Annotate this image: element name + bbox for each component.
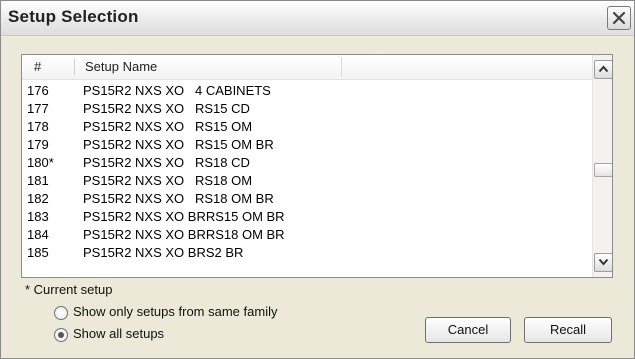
- vertical-scrollbar[interactable]: [592, 55, 612, 277]
- setup-name: PS15R2 NXS XO BRRS15 OM BR: [83, 209, 285, 224]
- list-item[interactable]: 176 PS15R2 NXS XO 4 CABINETS: [22, 82, 592, 100]
- title-bar[interactable]: Setup Selection: [1, 1, 634, 36]
- setup-name: PS15R2 NXS XO 4 CABINETS: [83, 83, 271, 98]
- list-item[interactable]: 181 PS15R2 NXS XO RS18 OM: [22, 172, 592, 190]
- list-item[interactable]: 177 PS15R2 NXS XO RS15 CD: [22, 100, 592, 118]
- chevron-up-icon: [598, 65, 609, 73]
- setup-list[interactable]: # Setup Name 176 PS15R2 NXS XO 4 CABINETS…: [21, 54, 613, 278]
- list-item[interactable]: 183 PS15R2 NXS XO BRRS15 OM BR: [22, 208, 592, 226]
- list-rows: 176 PS15R2 NXS XO 4 CABINETS 177 PS15R2 NXS…: [22, 82, 592, 277]
- list-item[interactable]: 185 PS15R2 NXS XO BRS2 BR: [22, 244, 592, 262]
- radio-all-setups[interactable]: [54, 328, 68, 342]
- setup-number: 178: [27, 119, 49, 134]
- list-item[interactable]: 180* PS15R2 NXS XO RS18 CD: [22, 154, 592, 172]
- column-divider[interactable]: [74, 59, 75, 75]
- scroll-thumb[interactable]: [594, 163, 612, 177]
- setup-number: 183: [27, 209, 49, 224]
- close-icon: [612, 11, 626, 25]
- list-header: # Setup Name: [22, 55, 592, 80]
- setup-number: 185: [27, 245, 49, 260]
- setup-number: 180*: [27, 155, 54, 170]
- setup-number: 176: [27, 83, 49, 98]
- column-header-setup-name[interactable]: Setup Name: [85, 55, 157, 79]
- setup-name: PS15R2 NXS XO RS15 OM BR: [83, 137, 274, 152]
- setup-name: PS15R2 NXS XO RS15 OM: [83, 119, 253, 134]
- scroll-down-button[interactable]: [594, 253, 612, 272]
- setup-number: 181: [27, 173, 49, 188]
- setup-selection-dialog: Setup Selection # Setup Name 176 PS15R2 N…: [0, 0, 635, 359]
- setup-name: PS15R2 NXS XO BRRS18 OM BR: [83, 227, 285, 242]
- list-item[interactable]: 184 PS15R2 NXS XO BRRS18 OM BR: [22, 226, 592, 244]
- setup-number: 179: [27, 137, 49, 152]
- setup-name: PS15R2 NXS XO RS18 CD: [83, 155, 250, 170]
- list-item[interactable]: 182 PS15R2 NXS XO RS18 OM BR: [22, 190, 592, 208]
- list-item[interactable]: 178 PS15R2 NXS XO RS15 OM: [22, 118, 592, 136]
- radio-same-family[interactable]: [54, 306, 68, 320]
- dialog-title: Setup Selection: [8, 7, 139, 26]
- setup-name: PS15R2 NXS XO RS18 OM BR: [83, 191, 274, 206]
- list-item[interactable]: 179 PS15R2 NXS XO RS15 OM BR: [22, 136, 592, 154]
- setup-name: PS15R2 NXS XO RS18 OM: [83, 173, 253, 188]
- current-setup-note: * Current setup: [25, 282, 113, 297]
- setup-number: 182: [27, 191, 49, 206]
- setup-name: PS15R2 NXS XO RS15 CD: [83, 101, 250, 116]
- chevron-down-icon: [598, 258, 609, 266]
- scroll-up-button[interactable]: [594, 60, 612, 79]
- setup-name: PS15R2 NXS XO BRS2 BR: [83, 245, 244, 260]
- column-header-number[interactable]: #: [34, 55, 41, 79]
- setup-number: 177: [27, 101, 49, 116]
- radio-same-family-label[interactable]: Show only setups from same family: [73, 304, 277, 319]
- close-button[interactable]: [607, 6, 631, 30]
- cancel-button[interactable]: Cancel: [425, 317, 511, 343]
- radio-all-setups-label[interactable]: Show all setups: [73, 326, 164, 341]
- recall-button[interactable]: Recall: [524, 317, 612, 343]
- setup-number: 184: [27, 227, 49, 242]
- column-divider[interactable]: [341, 57, 342, 77]
